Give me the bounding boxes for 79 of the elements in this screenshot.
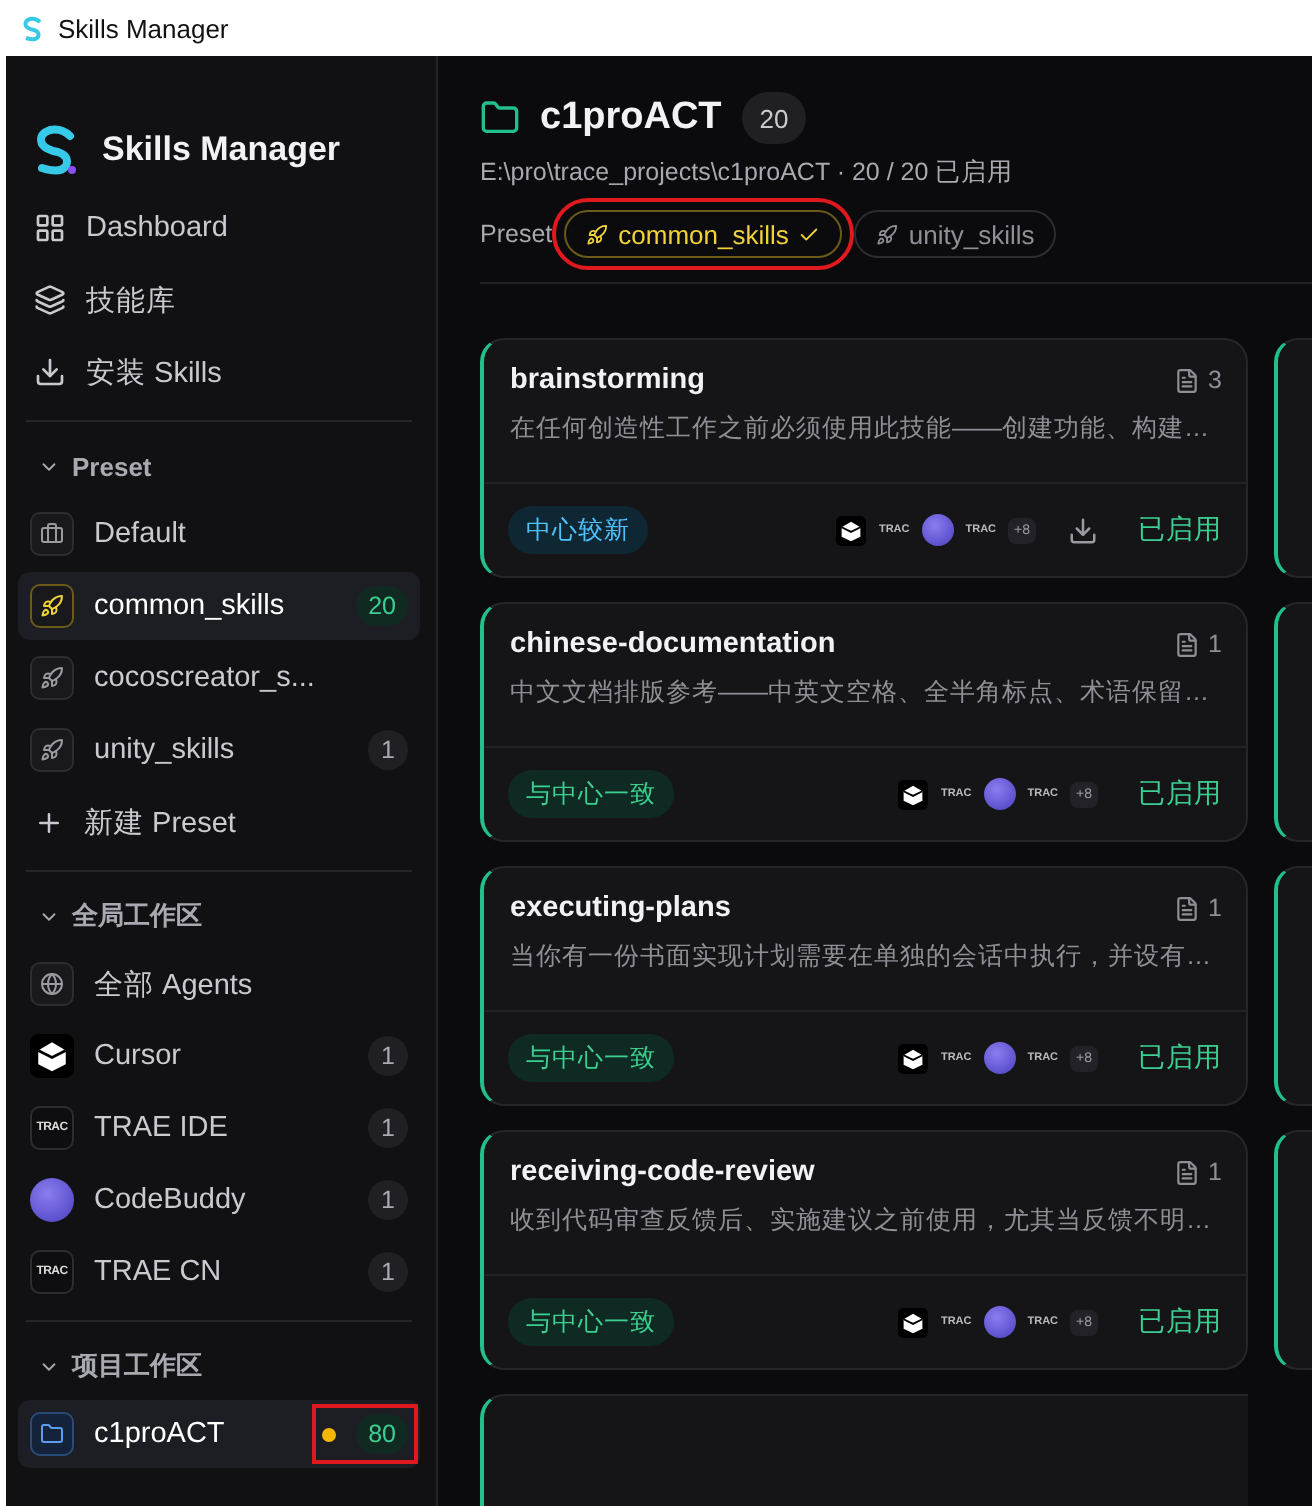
cube-icon <box>836 515 867 545</box>
check-icon <box>798 223 821 245</box>
skill-description: 在任何创造性工作之前必须使用此技能——创建功能、构建… <box>510 412 1211 446</box>
nav-item[interactable]: 技能库 <box>18 264 420 336</box>
file-icon <box>1174 631 1201 657</box>
brand-name: Skills Manager <box>102 130 341 170</box>
sync-badge: 与中心一致 <box>508 1034 674 1082</box>
section-header[interactable]: 全局工作区 <box>18 884 420 948</box>
cube-icon <box>898 1043 929 1073</box>
count-badge: 1 <box>368 730 408 770</box>
sync-badge: 与中心一致 <box>508 1298 674 1346</box>
rocket-icon <box>876 223 899 245</box>
sidebar-item[interactable]: Cursor 1 <box>18 1022 420 1090</box>
nav-item[interactable]: 安装 Skills <box>18 336 420 408</box>
sidebar-item[interactable]: Default <box>18 500 420 568</box>
window-title: Skills Manager <box>58 13 229 43</box>
codebuddy-logo-icon <box>983 778 1016 810</box>
skill-name: brainstorming <box>510 364 707 396</box>
globe-icon <box>30 962 74 1006</box>
skill-description: 中文文档排版参考——中英文空格、全半角标点、术语保留… <box>510 676 1211 710</box>
download-icon[interactable] <box>1068 515 1098 545</box>
enabled-status: 已启用 <box>1138 1304 1222 1340</box>
rocket-icon <box>30 656 74 700</box>
file-count: 1 <box>1208 630 1222 658</box>
file-count: 1 <box>1208 1158 1222 1186</box>
codebuddy-logo-icon <box>983 1306 1016 1338</box>
file-icon <box>1174 367 1201 393</box>
folder-icon <box>30 1412 74 1456</box>
sync-badge: 中心较新 <box>508 506 648 554</box>
codebuddy-logo-icon <box>921 514 954 546</box>
enabled-status: 已启用 <box>1138 512 1222 548</box>
file-count: 1 <box>1208 894 1222 922</box>
project-path: E:\pro\trace_projects\c1proACT · 20 / 20 已启用 <box>480 156 1016 190</box>
count-badge: 1 <box>368 1036 408 1076</box>
skill-description: 收到代码审查反馈后、实施建议之前使用，尤其当反馈不明… <box>510 1204 1213 1238</box>
section-header[interactable]: 项目工作区 <box>18 1334 420 1398</box>
cube-icon <box>898 1307 929 1337</box>
sidebar-item[interactable]: c1proACT 80 <box>18 1400 420 1468</box>
layers-icon <box>34 284 66 316</box>
count-badge: 1 <box>368 1252 408 1292</box>
cube-icon <box>898 779 929 809</box>
sidebar-item[interactable]: CodeBuddy 1 <box>18 1166 420 1234</box>
sync-badge: 与中心一致 <box>508 770 674 818</box>
skill-name: executing-plans <box>510 892 733 924</box>
download-icon <box>34 356 66 388</box>
briefcase-icon <box>30 512 74 556</box>
skill-name: receiving-code-review <box>510 1156 817 1188</box>
count-badge: 1 <box>368 1108 408 1148</box>
file-icon <box>1174 895 1201 921</box>
folder-icon <box>480 98 520 138</box>
count-badge: 20 <box>741 92 807 144</box>
rocket-icon <box>30 584 74 628</box>
sidebar-item[interactable]: unity_skills 1 <box>18 716 420 784</box>
count-badge: 80 <box>356 1414 408 1454</box>
section-header[interactable]: Preset <box>18 434 420 498</box>
sidebar-item[interactable]: 全部 Agents <box>18 950 420 1018</box>
skill-name: chinese-documentation <box>510 628 838 660</box>
file-icon <box>1174 1159 1201 1185</box>
cube-icon <box>30 1034 74 1078</box>
sidebar-item[interactable]: cocoscreator_s... <box>18 644 420 712</box>
enabled-status: 已启用 <box>1138 1040 1222 1076</box>
preset-label: Preset <box>480 220 553 248</box>
enabled-status: 已启用 <box>1138 776 1222 812</box>
grid-icon <box>34 212 66 244</box>
sidebar-item[interactable]: common_skills 20 <box>18 572 420 640</box>
project-title: c1proACT <box>540 96 722 140</box>
codebuddy-logo-icon <box>983 1042 1016 1074</box>
nav-item[interactable]: Dashboard <box>18 192 420 264</box>
count-badge: 20 <box>356 586 408 626</box>
plus-icon <box>34 807 64 837</box>
file-count: 3 <box>1208 366 1222 394</box>
rocket-icon <box>586 223 609 245</box>
rocket-icon <box>30 728 74 772</box>
app-icon <box>20 15 46 41</box>
count-badge: 1 <box>368 1180 408 1220</box>
skill-description: 当你有一份书面实现计划需要在单独的会话中执行，并设有… <box>510 940 1213 974</box>
preset-chip[interactable]: unity_skills <box>854 210 1057 258</box>
codebuddy-logo-icon <box>30 1178 74 1222</box>
new-preset-item[interactable]: 新建 Preset <box>18 786 420 858</box>
